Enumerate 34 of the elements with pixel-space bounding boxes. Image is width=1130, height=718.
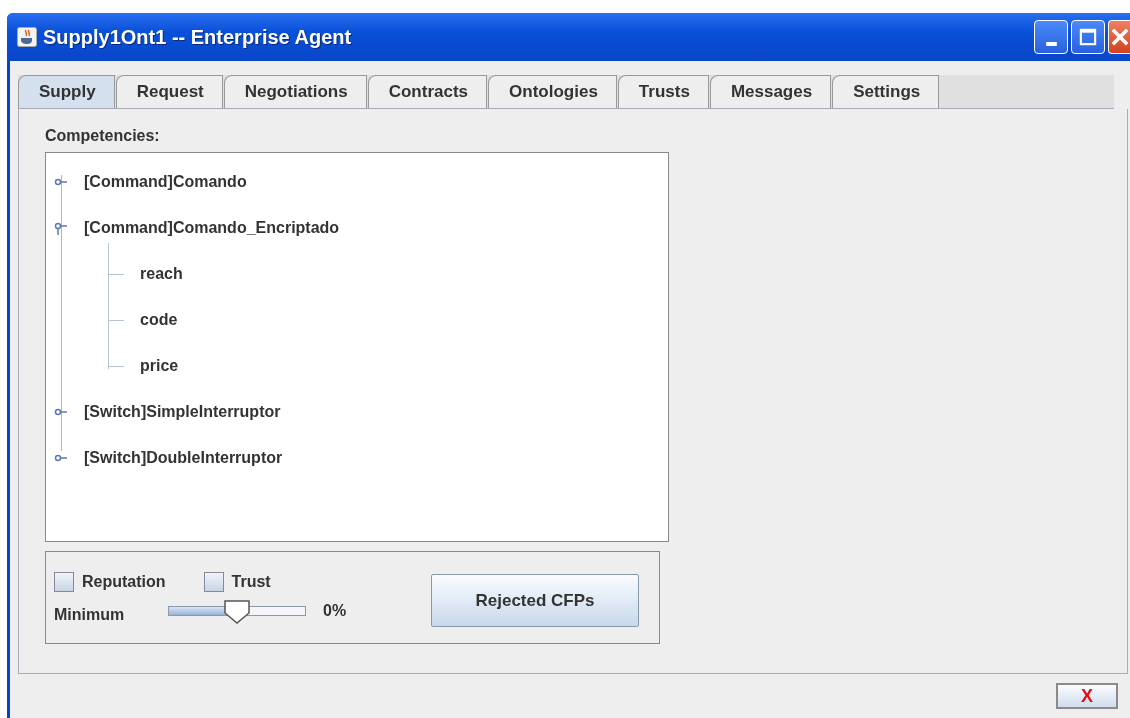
minimum-label: Minimum xyxy=(54,605,126,624)
rejected-cfps-button[interactable]: Rejected CFPs xyxy=(431,574,639,627)
slider-value: 0% xyxy=(323,601,347,620)
tab[interactable]: Contracts xyxy=(367,75,488,108)
tab[interactable]: Negotiations xyxy=(223,75,367,108)
tree-leaf[interactable]: code xyxy=(140,311,178,329)
tab[interactable]: Request xyxy=(115,75,223,108)
competencies-label: Competencies: xyxy=(45,127,160,145)
checkbox-label: Reputation xyxy=(82,572,166,591)
close-button[interactable]: X xyxy=(1056,683,1118,709)
tree-leaf[interactable]: reach xyxy=(140,265,183,283)
tree-node[interactable]: [Command]Comando xyxy=(84,173,247,191)
tree-leaf[interactable]: price xyxy=(140,357,179,375)
checkbox-label: Trust xyxy=(231,572,271,591)
window-title: Supply1Ont1 -- Enterprise Agent xyxy=(43,25,353,49)
tree-node[interactable]: [Command]Comando_Encriptado xyxy=(84,219,340,237)
minimize-icon xyxy=(1045,42,1057,46)
tab[interactable]: Trusts xyxy=(617,75,709,108)
minimize-button[interactable] xyxy=(1034,20,1068,54)
slider-thumb[interactable] xyxy=(223,598,251,625)
tree-node[interactable]: [Switch]DoubleInterruptor xyxy=(84,449,283,467)
expanded-handle-icon[interactable] xyxy=(54,220,70,236)
close-button[interactable] xyxy=(1108,20,1130,54)
maximize-button[interactable] xyxy=(1071,20,1105,54)
checkbox[interactable] xyxy=(54,571,74,592)
checkbox[interactable] xyxy=(203,571,224,592)
tab[interactable]: Supply xyxy=(18,75,115,108)
maximize-icon xyxy=(1078,27,1098,47)
tab[interactable]: Settings xyxy=(832,75,940,108)
coffee-cup-icon xyxy=(17,27,37,47)
tab[interactable]: Ontologies xyxy=(488,75,617,108)
tab[interactable]: Messages xyxy=(709,75,832,108)
tree-node[interactable]: [Switch]SimpleInterruptor xyxy=(84,403,281,421)
close-icon xyxy=(1109,27,1130,47)
